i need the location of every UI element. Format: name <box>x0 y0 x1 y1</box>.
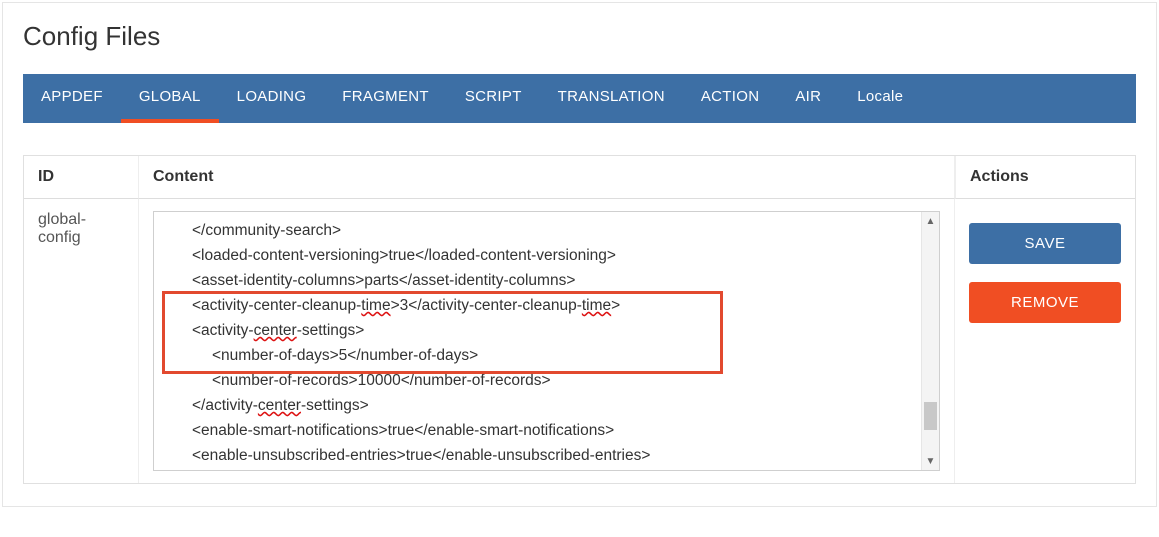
row-id: global-config <box>24 199 138 483</box>
code-line: <enable-unsubscribed-entries>true</enabl… <box>172 443 927 468</box>
scroll-thumb[interactable] <box>924 402 937 430</box>
code-line: </activity-center-settings> <box>172 393 927 418</box>
save-button[interactable]: SAVE <box>969 223 1121 264</box>
tab-air[interactable]: AIR <box>777 74 839 123</box>
code-line: <enable-smart-notifications>true</enable… <box>172 418 927 443</box>
tab-translation[interactable]: TRANSLATION <box>540 74 683 123</box>
col-header-content: Content <box>138 156 955 199</box>
scrollbar[interactable]: ▲ ▼ <box>921 212 939 470</box>
content-text[interactable]: </community-search><loaded-content-versi… <box>154 212 939 470</box>
col-header-actions: Actions <box>955 156 1135 199</box>
code-line: <number-of-records>10000</number-of-reco… <box>172 368 927 393</box>
code-line: <activity-center-settings> <box>172 318 927 343</box>
config-table: ID Content Actions global-config </commu… <box>23 155 1136 484</box>
scroll-down-icon[interactable]: ▼ <box>922 452 939 470</box>
code-line: <number-of-days>5</number-of-days> <box>172 343 927 368</box>
tab-loading[interactable]: LOADING <box>219 74 325 123</box>
content-editor[interactable]: </community-search><loaded-content-versi… <box>153 211 940 471</box>
tab-global[interactable]: GLOBAL <box>121 74 219 123</box>
code-line: <loaded-content-versioning>true</loaded-… <box>172 243 927 268</box>
scroll-up-icon[interactable]: ▲ <box>922 212 939 230</box>
tab-script[interactable]: SCRIPT <box>447 74 540 123</box>
code-line: <activity-center-cleanup-time>3</activit… <box>172 293 927 318</box>
code-line: </community-search> <box>172 218 927 243</box>
code-line: <asset-identity-columns>parts</asset-ide… <box>172 268 927 293</box>
tabbar: APPDEFGLOBALLOADINGFRAGMENTSCRIPTTRANSLA… <box>23 74 1136 123</box>
tab-appdef[interactable]: APPDEF <box>23 74 121 123</box>
col-header-id: ID <box>24 156 138 199</box>
tab-fragment[interactable]: FRAGMENT <box>324 74 447 123</box>
row-actions: SAVE REMOVE <box>955 199 1135 483</box>
row-content-cell: </community-search><loaded-content-versi… <box>138 199 955 483</box>
remove-button[interactable]: REMOVE <box>969 282 1121 323</box>
tab-action[interactable]: ACTION <box>683 74 777 123</box>
tab-locale[interactable]: Locale <box>839 74 921 123</box>
page-title: Config Files <box>3 3 1156 74</box>
code-line: <daily-digest-email-time>1</daily-digest… <box>172 468 927 470</box>
